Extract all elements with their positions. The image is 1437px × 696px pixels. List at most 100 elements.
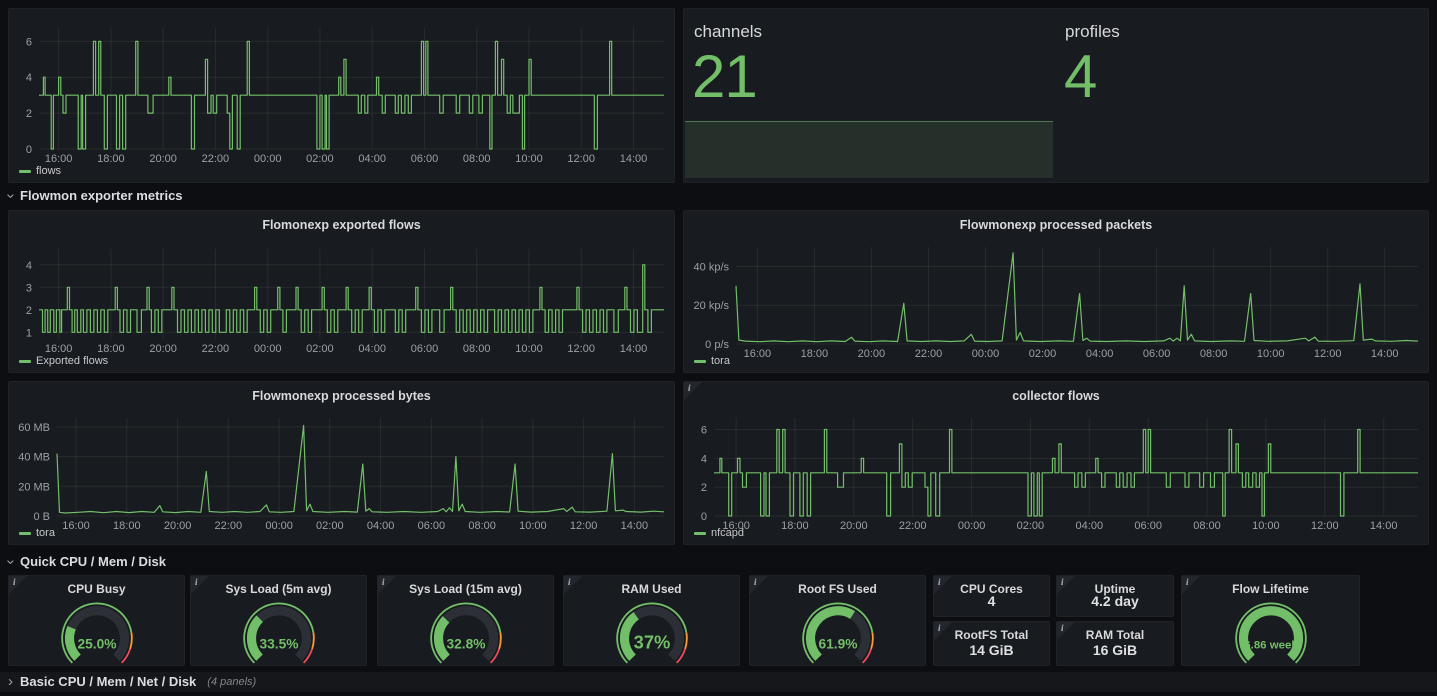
svg-text:12:00: 12:00 (567, 153, 595, 165)
svg-text:12:00: 12:00 (570, 520, 598, 532)
svg-text:06:00: 06:00 (1134, 520, 1162, 532)
svg-text:14:00: 14:00 (621, 520, 649, 532)
stat-value: 4 (934, 593, 1049, 609)
svg-text:20:00: 20:00 (164, 520, 192, 532)
profiles-label: profiles (1065, 22, 1120, 42)
row-header-basic-cpu-mem-net-disk[interactable]: › Basic CPU / Mem / Net / Disk (4 panels… (8, 674, 256, 690)
channels-sparkline-fill (685, 121, 1053, 178)
svg-text:2: 2 (26, 305, 32, 317)
svg-text:14:00: 14:00 (1371, 348, 1399, 360)
svg-text:16:00: 16:00 (45, 343, 73, 355)
svg-text:20:00: 20:00 (149, 153, 177, 165)
svg-text:18:00: 18:00 (97, 343, 125, 355)
svg-text:22:00: 22:00 (915, 348, 943, 360)
svg-text:04:00: 04:00 (1076, 520, 1104, 532)
svg-text:02:00: 02:00 (306, 343, 334, 355)
svg-text:20 kp/s: 20 kp/s (694, 300, 730, 312)
gauge-title[interactable]: CPU Busy (9, 582, 184, 596)
chevron-down-icon: › (4, 194, 18, 199)
legend-flows[interactable]: flows (19, 165, 61, 177)
svg-text:00:00: 00:00 (972, 348, 1000, 360)
svg-text:14:00: 14:00 (1370, 520, 1398, 532)
legend-series-color (19, 532, 31, 535)
svg-text:3: 3 (26, 282, 32, 294)
chevron-right-icon: › (8, 675, 13, 689)
panel-processed-bytes: Flowmonexp processed bytes 0 B20 MB40 MB… (8, 381, 675, 545)
svg-text:32.8%: 32.8% (446, 636, 485, 651)
panel-stat-cpu-cores: i CPU Cores 4 (933, 575, 1050, 617)
svg-text:33.5%: 33.5% (259, 636, 298, 651)
processed-packets-chart-plot[interactable]: 0 p/s20 kp/s40 kp/s16:0018:0020:0022:000… (684, 211, 1428, 372)
collector-flows-chart-plot[interactable]: 024616:0018:0020:0022:0000:0002:0004:000… (684, 382, 1428, 544)
processed-bytes-chart-plot[interactable]: 0 B20 MB40 MB60 MB16:0018:0020:0022:0000… (9, 382, 674, 544)
svg-text:22:00: 22:00 (202, 153, 230, 165)
svg-text:08:00: 08:00 (463, 153, 491, 165)
svg-text:18:00: 18:00 (113, 520, 141, 532)
svg-text:40 kp/s: 40 kp/s (694, 261, 730, 273)
legend-label: tora (711, 355, 730, 367)
row-header-flowmon-exporter-metrics[interactable]: › Flowmon exporter metrics (8, 188, 183, 204)
svg-text:20:00: 20:00 (858, 348, 886, 360)
gauge-root-fs-used: 61.9% (783, 596, 893, 664)
legend-processed-packets[interactable]: tora (694, 355, 730, 367)
gauge-title[interactable]: Root FS Used (750, 582, 925, 596)
flows-chart-plot[interactable]: 024616:0018:0020:0022:0000:0002:0004:000… (9, 9, 674, 182)
row-panel-count: (4 panels) (207, 674, 256, 690)
legend-label: flows (36, 165, 61, 177)
svg-text:25.0%: 25.0% (77, 636, 116, 651)
svg-text:08:00: 08:00 (468, 520, 496, 532)
panel-stat-uptime: i Uptime 4.2 day (1056, 575, 1174, 617)
svg-text:04:00: 04:00 (358, 343, 386, 355)
svg-text:6: 6 (701, 425, 707, 437)
stat-value: 14 GiB (934, 642, 1049, 658)
svg-text:22:00: 22:00 (215, 520, 243, 532)
svg-text:0 B: 0 B (33, 511, 50, 523)
gauge-title[interactable]: Flow Lifetime (1182, 582, 1359, 596)
gauge-title[interactable]: RAM Used (564, 582, 739, 596)
svg-text:20:00: 20:00 (149, 343, 177, 355)
svg-text:22:00: 22:00 (202, 343, 230, 355)
panel-gauge-sys-load-5m: i Sys Load (5m avg) 33.5% (190, 575, 367, 666)
svg-text:2: 2 (701, 482, 707, 494)
svg-text:02:00: 02:00 (306, 153, 334, 165)
panel-gauge-root-fs-used: i Root FS Used 61.9% (749, 575, 926, 666)
stat-title[interactable]: RAM Total (1057, 628, 1173, 642)
gauge-title[interactable]: Sys Load (15m avg) (378, 582, 553, 596)
svg-text:18:00: 18:00 (801, 348, 829, 360)
svg-text:2: 2 (26, 108, 32, 120)
row-header-quick-cpu-mem-disk[interactable]: › Quick CPU / Mem / Disk (8, 554, 166, 570)
svg-text:16:00: 16:00 (62, 520, 90, 532)
legend-series-color (19, 170, 31, 173)
svg-text:00:00: 00:00 (958, 520, 986, 532)
panel-gauge-cpu-busy: i CPU Busy 25.0% (8, 575, 185, 666)
legend-exported-flows[interactable]: Exported flows (19, 355, 108, 367)
svg-text:20:00: 20:00 (840, 520, 868, 532)
panel-exported-flows: Flomonexp exported flows 123416:0018:002… (8, 210, 675, 373)
svg-text:08:00: 08:00 (463, 343, 491, 355)
svg-text:37%: 37% (633, 631, 670, 652)
row-header-label: Basic CPU / Mem / Net / Disk (20, 674, 196, 690)
svg-text:18:00: 18:00 (781, 520, 809, 532)
svg-text:04:00: 04:00 (1086, 348, 1114, 360)
svg-text:0: 0 (701, 511, 707, 523)
channels-label: channels (694, 22, 762, 42)
stat-title[interactable]: RootFS Total (934, 628, 1049, 642)
panel-stat-rootfs-total: i RootFS Total 14 GiB (933, 621, 1050, 666)
legend-processed-bytes[interactable]: tora (19, 527, 55, 539)
svg-text:06:00: 06:00 (411, 153, 439, 165)
svg-text:61.9%: 61.9% (818, 636, 857, 651)
svg-text:12:00: 12:00 (567, 343, 595, 355)
gauge-sys-load-15m: 32.8% (411, 596, 521, 664)
svg-text:16:00: 16:00 (45, 153, 73, 165)
legend-series-color (694, 360, 706, 363)
svg-text:18:00: 18:00 (97, 153, 125, 165)
exported-flows-chart-plot[interactable]: 123416:0018:0020:0022:0000:0002:0004:000… (9, 211, 674, 372)
gauge-title[interactable]: Sys Load (5m avg) (191, 582, 366, 596)
svg-text:00:00: 00:00 (254, 153, 282, 165)
svg-text:40 MB: 40 MB (18, 452, 50, 464)
svg-text:0 p/s: 0 p/s (705, 339, 729, 351)
gauge-cpu-busy: 25.0% (42, 596, 152, 664)
svg-text:06:00: 06:00 (411, 343, 439, 355)
svg-text:6: 6 (26, 36, 32, 48)
legend-collector-flows[interactable]: nfcapd (694, 527, 744, 539)
